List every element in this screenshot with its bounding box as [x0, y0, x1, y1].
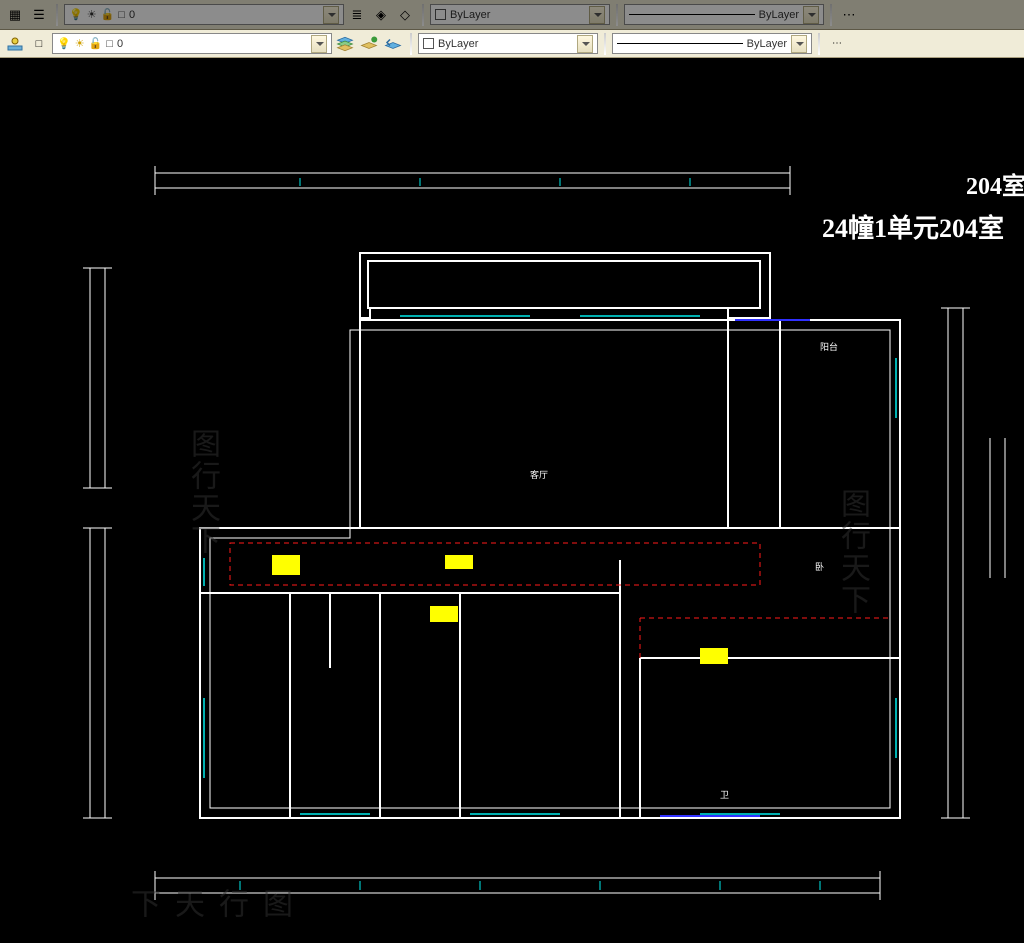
linetype-preview: [617, 43, 743, 44]
ghost-btn: ◇: [394, 4, 416, 26]
dropdown-arrow-icon: [803, 6, 819, 24]
svg-text:卫: 卫: [720, 790, 729, 800]
separator: [56, 4, 58, 26]
linetype-preview: [629, 14, 755, 15]
ghost-btn: ⋯: [838, 4, 860, 26]
toolbar-separator: [818, 33, 820, 55]
layers-toolbar: □ 💡 ☀ 🔓 □ 0 ByLayer ByLayer ⋯: [0, 30, 1024, 58]
ghost-btn: ▦: [4, 4, 26, 26]
lock-icon: 🔓: [89, 37, 103, 50]
plot-icon: □: [106, 38, 113, 50]
toolbar-separator: [410, 33, 412, 55]
dropdown-arrow-icon[interactable]: [791, 35, 807, 53]
color-combo[interactable]: ByLayer: [418, 33, 598, 54]
ghost-linetype-combo: ByLayer: [624, 4, 824, 25]
dropdown-arrow-icon: [323, 6, 339, 24]
color-label: ByLayer: [450, 9, 490, 21]
separator: [830, 4, 832, 26]
drawing-canvas[interactable]: 客厅 阳台 卧 卫 24幢1单元204室 204室 图行天下 图行天下 图行天下: [0, 58, 1024, 943]
color-label: ByLayer: [438, 38, 478, 50]
layer-previous-button[interactable]: [382, 33, 404, 55]
svg-text:卧: 卧: [815, 561, 824, 572]
floor-plan: 客厅 阳台 卧 卫: [0, 58, 1024, 943]
layer-states-button[interactable]: [4, 33, 26, 55]
layer-match-button[interactable]: [358, 33, 380, 55]
toolbar-ghost: ▦ ☰ 💡☀🔓□ 0 ≣ ◈ ◇ ByLayer ByLayer ⋯: [0, 0, 1024, 30]
lineweight-button[interactable]: ⋯: [826, 33, 848, 55]
ghost-btn: ◈: [370, 4, 392, 26]
dropdown-arrow-icon[interactable]: [577, 35, 593, 53]
ghost-btn: ☰: [28, 4, 50, 26]
linetype-label: ByLayer: [759, 9, 799, 21]
sun-icon: ☀: [75, 37, 85, 50]
lightbulb-icon: 💡: [57, 37, 71, 50]
layer-properties-button[interactable]: [334, 33, 356, 55]
color-swatch: [423, 38, 434, 49]
ghost-btn: ≣: [346, 4, 368, 26]
layer-walk-button[interactable]: □: [28, 33, 50, 55]
dropdown-arrow-icon: [589, 6, 605, 24]
separator: [616, 4, 618, 26]
layer-name-label: 0: [117, 38, 123, 50]
layer-name-label: 0: [129, 9, 135, 21]
drawing-title: 24幢1单元204室: [822, 208, 1004, 245]
linetype-combo[interactable]: ByLayer: [612, 33, 812, 54]
dropdown-arrow-icon[interactable]: [311, 35, 327, 53]
ghost-layer-combo: 💡☀🔓□ 0: [64, 4, 344, 25]
layer-combo[interactable]: 💡 ☀ 🔓 □ 0: [52, 33, 332, 54]
ghost-color-combo: ByLayer: [430, 4, 610, 25]
svg-text:阳台: 阳台: [820, 341, 838, 352]
separator: [422, 4, 424, 26]
drawing-title-edge: 204室: [966, 166, 1024, 201]
toolbar-separator: [604, 33, 606, 55]
color-swatch: [435, 9, 446, 20]
svg-text:客厅: 客厅: [530, 469, 548, 480]
linetype-label: ByLayer: [747, 38, 787, 50]
